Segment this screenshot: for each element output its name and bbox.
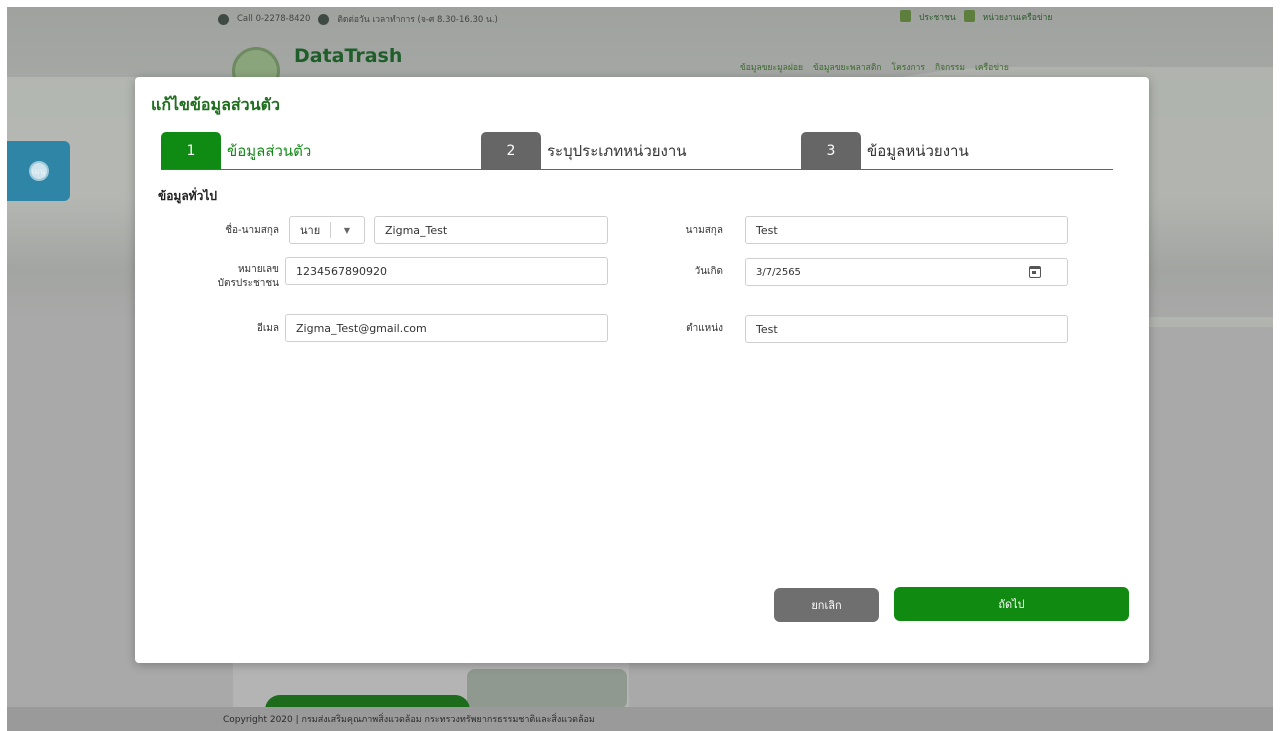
lastname-label: นามสกุล — [685, 225, 723, 236]
step-number: 2 — [481, 132, 541, 169]
step-label: ข้อมูลส่วนตัว — [227, 141, 312, 160]
title-select-value: นาย — [300, 224, 321, 237]
recycle-bins-illustration — [467, 669, 627, 709]
step-number: 3 — [801, 132, 861, 169]
birth-date-label: วันเกิด — [694, 266, 723, 277]
top-links: ประชาชน หน่วยงานเครือข่าย — [900, 10, 1052, 24]
calendar-icon[interactable] — [1029, 266, 1041, 278]
title-select[interactable]: นาย ▼ — [289, 216, 365, 244]
next-button[interactable]: ถัดไป — [894, 587, 1129, 621]
position-label: ตำแหน่ง — [686, 323, 723, 334]
footer: Copyright 2020 | กรมส่งเสริมคุณภาพสิ่งแว… — [7, 707, 1273, 731]
id-card-label: หมายเลข บัตรประชาชน — [175, 263, 279, 291]
contact-bar: Call 0-2278-8420 ติดต่อวัน เวลาทำการ (จ-… — [218, 10, 498, 28]
edit-profile-modal: แก้ไขข้อมูลส่วนตัว 1 ข้อมูลส่วนตัว 2 ระบ… — [135, 77, 1149, 663]
chevron-down-icon: ▼ — [343, 225, 351, 235]
footer-copyright: Copyright 2020 | กรมส่งเสริมคุณภาพสิ่งแว… — [223, 715, 595, 725]
section-title: ข้อมูลทั่วไป — [158, 189, 217, 203]
step-label: ข้อมูลหน่วยงาน — [867, 141, 969, 160]
step-number: 1 — [161, 132, 221, 169]
contact-phone: Call 0-2278-8420 — [237, 14, 311, 24]
id-card-label-line1: หมายเลข — [237, 264, 279, 275]
modal-title: แก้ไขข้อมูลส่วนตัว — [151, 95, 280, 114]
step-label: ระบุประเภทหน่วยงาน — [547, 141, 687, 160]
phone-icon — [218, 13, 229, 25]
id-number-field[interactable]: 1234567890920 — [285, 257, 608, 285]
side-menu-label: เมนู — [31, 166, 46, 176]
main-nav: ข้อมูลขยะมูลฝอย ข้อมูลขยะพลาสติก โครงการ… — [740, 60, 1009, 74]
cancel-button[interactable]: ยกเลิก — [774, 588, 879, 622]
name-label: ชื่อ-นามสกุล — [225, 225, 279, 236]
link-citizen[interactable]: ประชาชน — [919, 10, 956, 24]
nav-item-activities[interactable]: กิจกรรม — [935, 60, 965, 74]
network-icon — [963, 10, 975, 22]
contact-hours: ติดต่อวัน เวลาทำการ (จ-ศ 8.30-16.30 น.) — [337, 15, 498, 25]
nav-item-plastic-waste[interactable]: ข้อมูลขยะพลาสติก — [813, 60, 882, 74]
nav-item-projects[interactable]: โครงการ — [892, 60, 925, 74]
first-name-field[interactable]: Zigma_Test — [374, 216, 608, 244]
last-name-field[interactable]: Test — [745, 216, 1068, 244]
brand-name: DataTrash — [294, 45, 403, 67]
position-field[interactable]: Test — [745, 315, 1068, 343]
stepper: 1 ข้อมูลส่วนตัว 2 ระบุประเภทหน่วยงาน 3 ข… — [161, 132, 1113, 170]
nav-item-network[interactable]: เครือข่าย — [975, 60, 1009, 74]
citizen-icon — [900, 10, 911, 22]
link-network[interactable]: หน่วยงานเครือข่าย — [983, 10, 1053, 24]
step-agency-type[interactable]: 2 ระบุประเภทหน่วยงาน — [481, 132, 687, 169]
email-label: อีเมล — [256, 323, 279, 334]
birth-date-field[interactable]: 3/7/2565 — [745, 258, 1068, 286]
email-field[interactable]: Zigma_Test@gmail.com — [285, 314, 608, 342]
clock-icon — [318, 13, 330, 25]
id-card-label-line2: บัตรประชาชน — [217, 278, 279, 289]
side-menu-button[interactable]: เมนู — [7, 141, 70, 201]
step-personal-info[interactable]: 1 ข้อมูลส่วนตัว — [161, 132, 311, 169]
step-agency-info[interactable]: 3 ข้อมูลหน่วยงาน — [801, 132, 969, 169]
birth-date-value: 3/7/2565 — [756, 266, 801, 278]
nav-item-solid-waste[interactable]: ข้อมูลขยะมูลฝอย — [740, 60, 803, 74]
